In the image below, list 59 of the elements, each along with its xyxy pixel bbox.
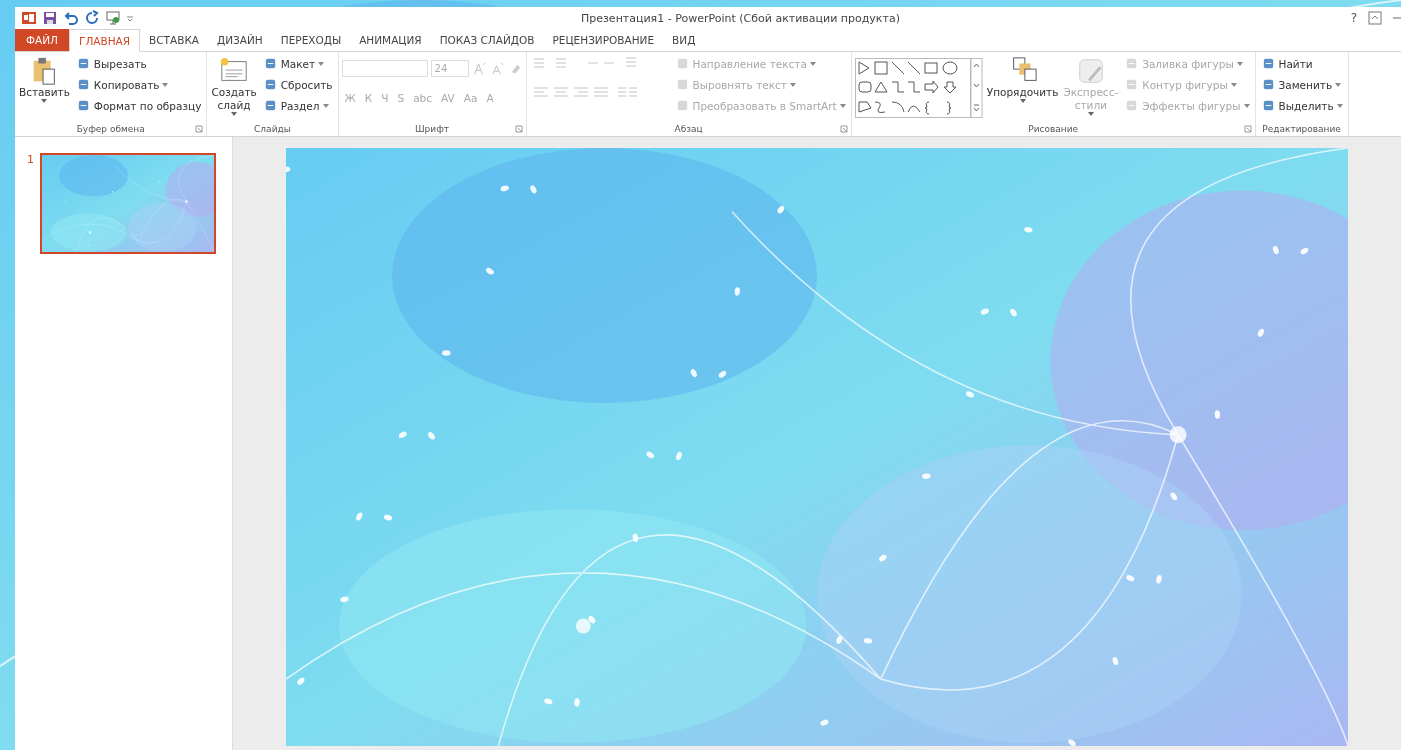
- caret-icon: [1230, 82, 1237, 87]
- undo-icon[interactable]: [63, 10, 79, 26]
- ribbon-tab[interactable]: ВИД: [663, 29, 705, 51]
- font-name-field[interactable]: [341, 59, 428, 77]
- arrange-button[interactable]: Упорядочить: [985, 54, 1060, 122]
- ribbon-tab[interactable]: ПОКАЗ СЛАЙДОВ: [430, 29, 544, 51]
- caret-icon: [1336, 103, 1343, 108]
- app-logo-icon[interactable]: [21, 10, 37, 26]
- window-title: Презентация1 - PowerPoint (Сбой активации продукта): [581, 11, 900, 25]
- paste-button[interactable]: Вставить: [18, 54, 71, 122]
- group-label: Буфер обмена: [76, 124, 145, 134]
- caret-icon: [1243, 103, 1250, 108]
- slide-number: 1: [27, 153, 34, 168]
- caret-icon: [162, 82, 169, 87]
- caret-icon: [231, 112, 238, 117]
- cut-button[interactable]: Вырезать: [73, 54, 204, 73]
- group-label: Рисование: [1028, 124, 1079, 134]
- caret-icon: [1087, 112, 1094, 117]
- shrink-font-icon[interactable]: [489, 60, 505, 76]
- caret-icon: [789, 82, 796, 87]
- ribbon-tab[interactable]: ГЛАВНАЯ: [69, 29, 141, 52]
- caret-icon: [322, 103, 329, 108]
- slideshow-icon[interactable]: [105, 10, 121, 26]
- dialog-launcher-icon[interactable]: [839, 125, 848, 133]
- grow-font-icon[interactable]: [471, 60, 487, 76]
- caret-icon: [1019, 99, 1026, 104]
- format-painter-button[interactable]: Формат по образцу: [73, 96, 204, 115]
- section-button[interactable]: Раздел: [260, 96, 335, 115]
- ribbon-tab[interactable]: ДИЗАЙН: [208, 29, 272, 51]
- select-button[interactable]: Выделить: [1258, 96, 1345, 115]
- ribbon-tab[interactable]: АНИМАЦИЯ: [350, 29, 431, 51]
- ribbon-display-icon[interactable]: [1367, 10, 1383, 26]
- new-slide-button[interactable]: Создать слайд: [210, 54, 258, 122]
- caret-icon: [1335, 82, 1342, 87]
- group-label: Абзац: [674, 124, 703, 134]
- save-icon[interactable]: [42, 10, 58, 26]
- dialog-launcher-icon[interactable]: [514, 125, 523, 133]
- dialog-launcher-icon[interactable]: [1243, 125, 1252, 133]
- group-label: Редактирование: [1262, 124, 1341, 134]
- shapes-gallery-drawing[interactable]: [854, 58, 983, 118]
- help-button[interactable]: ?: [1350, 11, 1357, 25]
- copy-button[interactable]: Копировать: [73, 75, 204, 94]
- reset-button[interactable]: Сбросить: [260, 75, 335, 94]
- caret-icon: [839, 103, 846, 108]
- group-label: Слайды: [254, 124, 291, 134]
- redo-icon[interactable]: [84, 10, 100, 26]
- caret-icon: [41, 99, 48, 104]
- ribbon-tab[interactable]: РЕЦЕНЗИРОВАНИЕ: [543, 29, 664, 51]
- ribbon-tab[interactable]: ФАЙЛ: [15, 29, 69, 51]
- ribbon-tab[interactable]: ВСТАВКА: [140, 29, 209, 51]
- layout-button[interactable]: Макет: [260, 54, 335, 73]
- group-label: Шрифт: [414, 124, 450, 134]
- dialog-launcher-icon[interactable]: [195, 125, 204, 133]
- find-button[interactable]: Найти: [1258, 54, 1345, 73]
- caret-icon: [1236, 61, 1243, 66]
- replace-button[interactable]: Заменить: [1258, 75, 1345, 94]
- caret-icon: [318, 61, 325, 66]
- ribbon-tab[interactable]: ПЕРЕХОДЫ: [271, 29, 351, 51]
- caret-icon: [809, 61, 816, 66]
